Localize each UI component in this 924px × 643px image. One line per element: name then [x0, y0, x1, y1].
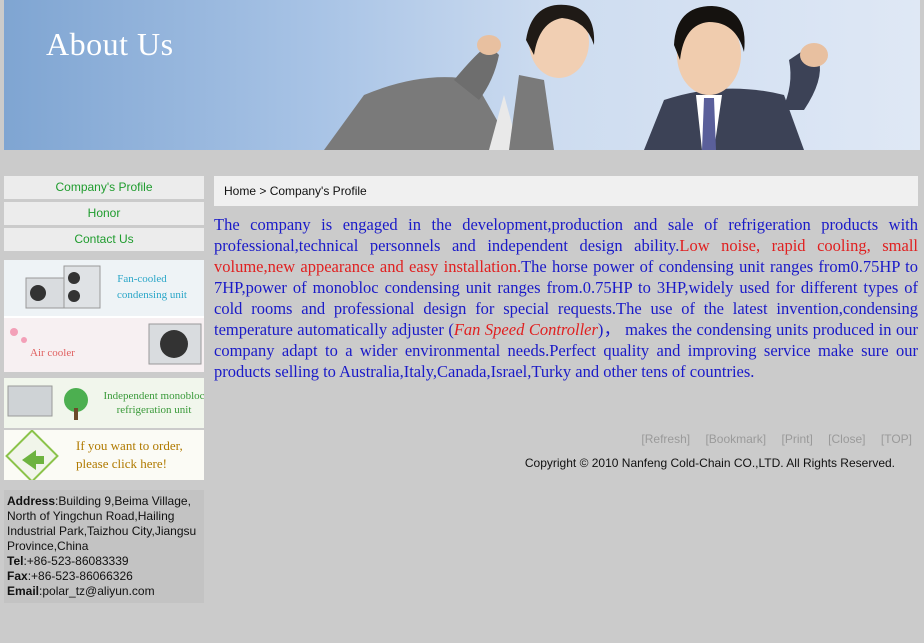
- svg-text:condensing unit: condensing unit: [117, 289, 187, 301]
- company-profile-text: The company is engaged in the developmen…: [214, 214, 918, 382]
- close-link[interactable]: [Close]: [828, 432, 865, 446]
- tel-value: +86-523-86083339: [26, 554, 129, 568]
- banner: About Us: [4, 0, 920, 150]
- svg-text:please click here!: please click here!: [76, 456, 167, 471]
- bookmark-link[interactable]: [Bookmark]: [705, 432, 766, 446]
- condensing-unit-promo[interactable]: Fan-cooled condensing unit Air cooler: [4, 260, 204, 372]
- sidebar: Company's Profile Honor Contact Us Fan-c…: [4, 176, 204, 603]
- profile-text-fan-speed-controller: Fan Speed Controller: [453, 320, 598, 339]
- banner-title: About Us: [46, 26, 174, 62]
- page-actions: [Refresh] [Bookmark] [Print] [Close] [TO…: [629, 432, 912, 446]
- sidebar-item-contact-us[interactable]: Contact Us: [4, 228, 204, 254]
- address-label: Address: [7, 494, 56, 508]
- fax-label: Fax: [7, 569, 28, 583]
- contact-address-block: Address:Building 9,Beima Village, North …: [4, 490, 204, 603]
- copyright: Copyright © 2010 Nanfeng Cold-Chain CO.,…: [524, 456, 895, 470]
- svg-text:If you want to order,: If you want to order,: [76, 438, 183, 453]
- banner-people-image: [324, 4, 828, 150]
- email-value: polar_tz@aliyun.com: [42, 584, 155, 598]
- fax-value: +86-523-86066326: [31, 569, 133, 583]
- tel-label: Tel: [7, 554, 24, 568]
- print-link[interactable]: [Print]: [781, 432, 812, 446]
- monobloc-unit-promo[interactable]: Independent monobloc refrigeration unit: [4, 378, 204, 428]
- top-link[interactable]: [TOP]: [881, 432, 912, 446]
- breadcrumb-separator: >: [256, 184, 270, 198]
- svg-text:Independent monobloc: Independent monobloc: [103, 390, 204, 402]
- refresh-link[interactable]: [Refresh]: [641, 432, 690, 446]
- sidebar-item-honor[interactable]: Honor: [4, 202, 204, 228]
- breadcrumb-home[interactable]: Home: [224, 184, 256, 198]
- svg-text:Fan-cooled: Fan-cooled: [117, 273, 167, 285]
- sidebar-item-company-profile[interactable]: Company's Profile: [4, 176, 204, 202]
- breadcrumb-current: Company's Profile: [269, 184, 367, 198]
- order-promo[interactable]: If you want to order, please click here!: [4, 430, 204, 480]
- email-label: Email: [7, 584, 40, 598]
- svg-text:refrigeration unit: refrigeration unit: [117, 404, 192, 416]
- svg-text:Air cooler: Air cooler: [30, 347, 75, 359]
- breadcrumb: Home > Company's Profile: [214, 176, 918, 206]
